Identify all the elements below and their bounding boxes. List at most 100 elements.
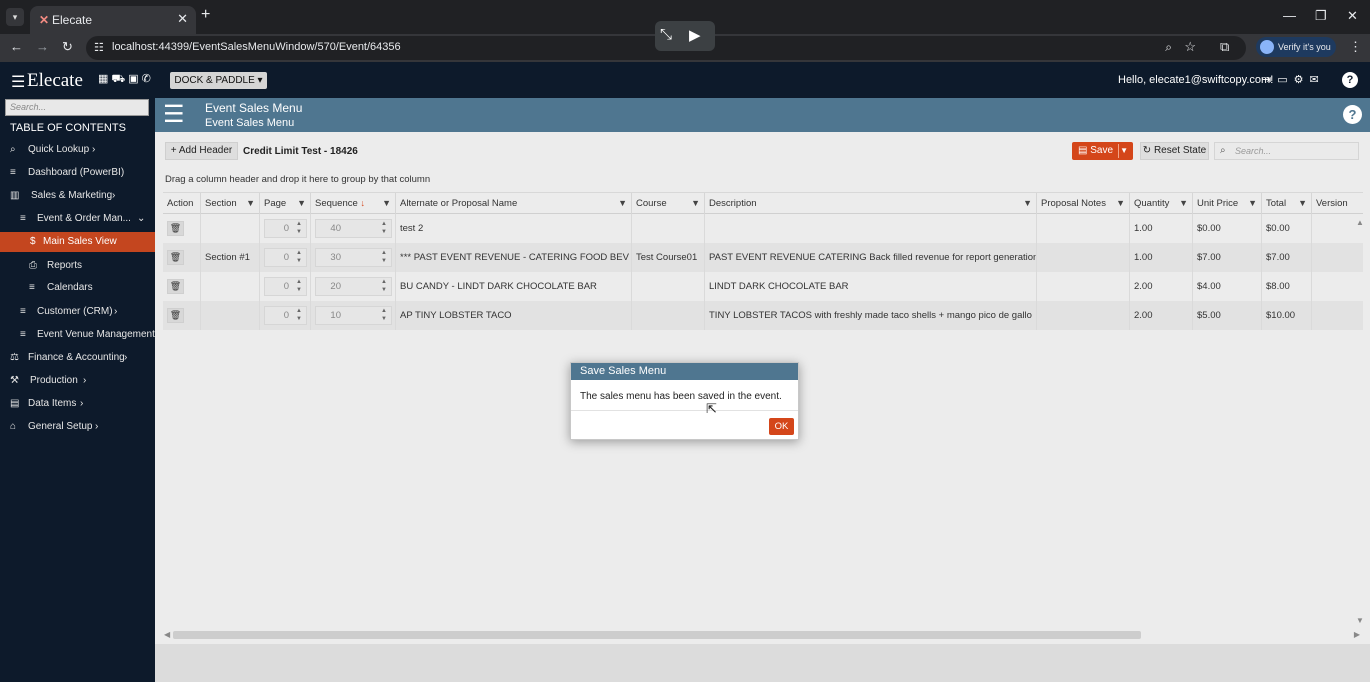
group-by-hint[interactable]: Drag a column header and drop it here to…: [165, 174, 430, 185]
filter-icon[interactable]: ▼: [246, 193, 255, 214]
scroll-right-icon[interactable]: ▶: [1354, 630, 1360, 639]
sequence-stepper[interactable]: 30 ▲ ▼: [315, 248, 392, 267]
filter-icon[interactable]: ▼: [1298, 193, 1307, 214]
filter-icon[interactable]: ▼: [1023, 193, 1032, 214]
browser-tab[interactable]: ✕ Elecate ✕: [30, 6, 196, 34]
stepper-arrows-icon[interactable]: ▲ ▼: [379, 220, 389, 236]
sidebar-item-production[interactable]: ⚒ Production ›: [0, 371, 155, 391]
column-header-total[interactable]: Total ▼: [1261, 193, 1311, 215]
sidebar-item-event-order[interactable]: ≡ Event & Order Man... ⌄: [0, 209, 155, 229]
exit-fullscreen-icon[interactable]: ⤡: [660, 26, 672, 43]
column-header-proposal-notes[interactable]: Proposal Notes ▼: [1036, 193, 1129, 215]
column-header-sequence[interactable]: Sequence ↓ ▼: [310, 193, 395, 215]
filter-icon[interactable]: ▼: [382, 193, 391, 214]
help-icon[interactable]: ?: [1342, 72, 1358, 88]
org-selector-dropdown[interactable]: DOCK & PADDLE ▾: [170, 72, 267, 89]
stepper-arrows-icon[interactable]: ▲ ▼: [379, 249, 389, 265]
forward-icon[interactable]: →: [36, 39, 49, 54]
column-header-action[interactable]: Action: [163, 193, 200, 215]
sidebar-item-customer-crm[interactable]: ≡ Customer (CRM) ›: [0, 302, 155, 322]
column-header-page[interactable]: Page ▼: [259, 193, 310, 215]
column-header-version[interactable]: Version: [1311, 193, 1363, 215]
minimize-icon[interactable]: —: [1283, 8, 1296, 23]
filter-icon[interactable]: ▼: [1179, 193, 1188, 214]
table-row[interactable]: 🗑 0 ▲ ▼ 40 ▲ ▼ test 2 1.00 $0.00 $0.00: [163, 214, 1363, 243]
tab-search-chevron-icon[interactable]: ▾: [6, 8, 24, 26]
site-info-icon[interactable]: ☷: [94, 41, 104, 54]
sidebar-item-dashboard[interactable]: ≡ Dashboard (PowerBI): [0, 163, 155, 183]
sidebar-item-event-venue[interactable]: ≡ Event Venue Management: [0, 325, 155, 345]
sidebar-item-data-items[interactable]: ▤ Data Items ›: [0, 394, 155, 414]
filter-icon[interactable]: ▼: [1116, 193, 1125, 214]
extensions-icon[interactable]: ⧉: [1220, 39, 1229, 55]
column-header-unit-price[interactable]: Unit Price ▼: [1192, 193, 1261, 215]
scrollbar-thumb[interactable]: [173, 631, 1141, 639]
hamburger-menu-icon[interactable]: ☰: [11, 72, 25, 92]
reload-icon[interactable]: ↻: [62, 39, 73, 55]
new-tab-icon[interactable]: +: [201, 6, 210, 24]
save-dropdown-icon[interactable]: ▼: [1120, 142, 1128, 160]
sequence-stepper[interactable]: 20 ▲ ▼: [315, 277, 392, 296]
user-greeting[interactable]: Hello, elecate1@swiftcopy.com!: [1118, 74, 1273, 86]
reset-state-button[interactable]: ↻ Reset State: [1140, 142, 1209, 160]
filter-icon[interactable]: ▼: [618, 193, 627, 214]
filter-icon[interactable]: ▼: [1248, 193, 1257, 214]
stepper-arrows-icon[interactable]: ▲ ▼: [294, 307, 304, 323]
column-header-description[interactable]: Description ▼: [704, 193, 1036, 215]
profile-verify-button[interactable]: Verify it's you: [1256, 37, 1336, 57]
stepper-arrows-icon[interactable]: ▲ ▼: [379, 307, 389, 323]
bookmark-star-icon[interactable]: ☆: [1184, 39, 1196, 55]
restore-icon[interactable]: ❐: [1315, 8, 1327, 24]
page-help-icon[interactable]: ?: [1343, 105, 1362, 124]
zoom-icon[interactable]: ⌕: [1165, 40, 1172, 55]
save-button[interactable]: ▤ Save ▼: [1072, 142, 1133, 160]
grid-search-input[interactable]: ⌕ Search...: [1214, 142, 1359, 160]
sequence-stepper[interactable]: 40 ▲ ▼: [315, 219, 392, 238]
column-header-course[interactable]: Course ▼: [631, 193, 704, 215]
page-stepper[interactable]: 0 ▲ ▼: [264, 248, 307, 267]
sidebar-item-quick-lookup[interactable]: ⌕ Quick Lookup ›: [0, 140, 155, 160]
delete-row-icon[interactable]: 🗑: [167, 221, 184, 236]
tab-close-icon[interactable]: ✕: [177, 11, 188, 27]
sidebar-item-sales-marketing[interactable]: ▥ Sales & Marketing ›: [0, 186, 155, 206]
total-cell: $10.00: [1261, 301, 1311, 330]
column-header-quantity[interactable]: Quantity ▼: [1129, 193, 1192, 215]
scroll-left-icon[interactable]: ◀: [164, 630, 170, 639]
header-action-icons[interactable]: ⇥▭⚙✉: [1262, 73, 1325, 86]
column-header-section[interactable]: Section ▼: [200, 193, 259, 215]
search-icon: ⌕: [10, 144, 16, 155]
window-close-icon[interactable]: ✕: [1347, 8, 1358, 24]
table-row[interactable]: 🗑 Section #1 0 ▲ ▼ 30 ▲ ▼ *** PAST EVENT REV…: [163, 243, 1363, 272]
sidebar-item-general-setup[interactable]: ⌂ General Setup ›: [0, 417, 155, 437]
delete-row-icon[interactable]: 🗑: [167, 308, 184, 323]
page-stepper[interactable]: 0 ▲ ▼: [264, 277, 307, 296]
scroll-up-icon[interactable]: ▲: [1356, 218, 1364, 227]
table-row[interactable]: 🗑 0 ▲ ▼ 20 ▲ ▼ BU CANDY - LINDT DARK CHOCOLA…: [163, 272, 1363, 301]
stepper-arrows-icon[interactable]: ▲ ▼: [294, 249, 304, 265]
page-stepper[interactable]: 0 ▲ ▼: [264, 219, 307, 238]
table-row[interactable]: 🗑 0 ▲ ▼ 10 ▲ ▼ AP TINY LOBSTER TACO TINY LOB…: [163, 301, 1363, 330]
page-stepper[interactable]: 0 ▲ ▼: [264, 306, 307, 325]
ok-button[interactable]: OK: [769, 418, 794, 435]
delete-row-icon[interactable]: 🗑: [167, 250, 184, 265]
stepper-arrows-icon[interactable]: ▲ ▼: [379, 278, 389, 294]
sequence-stepper[interactable]: 10 ▲ ▼: [315, 306, 392, 325]
add-header-button[interactable]: + Add Header: [165, 142, 238, 160]
sidebar-item-finance[interactable]: ⚖ Finance & Accounting ›: [0, 348, 155, 368]
screen-share-icon[interactable]: ▶: [689, 26, 701, 44]
header-quick-icons[interactable]: ▦⛟▣✆: [98, 72, 154, 87]
sidebar-item-calendars[interactable]: ≡ Calendars: [0, 278, 155, 298]
stepper-arrows-icon[interactable]: ▲ ▼: [294, 220, 304, 236]
column-header-name[interactable]: Alternate or Proposal Name ▼: [395, 193, 631, 215]
back-icon[interactable]: ←: [10, 39, 23, 54]
stepper-arrows-icon[interactable]: ▲ ▼: [294, 278, 304, 294]
sidebar-item-main-sales-view[interactable]: $ Main Sales View: [0, 232, 155, 252]
filter-icon[interactable]: ▼: [691, 193, 700, 214]
sidebar-search-input[interactable]: Search...: [5, 99, 149, 116]
scroll-down-icon[interactable]: ▼: [1356, 616, 1364, 625]
horizontal-scrollbar[interactable]: ◀ ▶: [163, 628, 1361, 642]
browser-menu-icon[interactable]: ⋮: [1349, 39, 1362, 55]
sidebar-item-reports[interactable]: ⎙ Reports: [0, 256, 155, 276]
delete-row-icon[interactable]: 🗑: [167, 279, 184, 294]
filter-icon[interactable]: ▼: [297, 193, 306, 214]
